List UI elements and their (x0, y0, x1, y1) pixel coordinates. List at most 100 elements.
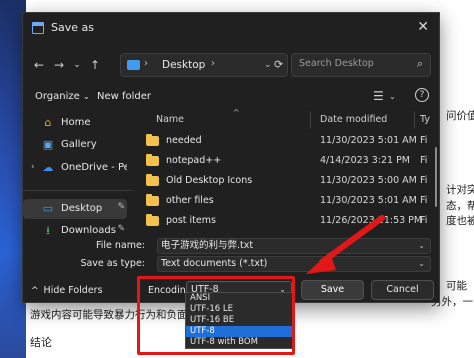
vertical-scrollbar[interactable] (433, 133, 439, 233)
file-list: ^ Name Date modified Ty needed 11/30/202… (138, 108, 441, 238)
breadcrumb-desktop[interactable]: Desktop (162, 59, 205, 71)
column-divider[interactable] (414, 111, 415, 129)
file-name: notepad++ (166, 155, 222, 166)
sidebar-item-home[interactable]: ⌂ Home (23, 113, 127, 133)
organize-menu[interactable]: Organize ⌄ (35, 91, 90, 102)
forward-arrow-icon[interactable]: → (49, 55, 69, 75)
chevron-up-icon: ^ (31, 286, 39, 296)
save-button[interactable]: Save (301, 280, 364, 300)
scrollbar-thumb[interactable] (435, 147, 437, 207)
sidebar-item-label: Home (61, 117, 91, 128)
navigation-bar: ← → ⌄ ↑ › Desktop › ⌄ ⟳ ⌕ (23, 51, 439, 81)
bg-text-line: 度也被用 (446, 215, 474, 227)
sidebar-divider (23, 190, 133, 191)
folder-icon (146, 134, 159, 146)
file-row-needed[interactable]: needed 11/30/2023 5:01 AM Fi (138, 131, 441, 151)
bg-text-line: 态，帮助 (446, 200, 474, 212)
chevron-right-icon: › (211, 58, 215, 69)
sidebar-item-label: Downloads (61, 225, 116, 236)
refresh-icon[interactable]: ⟳ (274, 55, 290, 75)
cloud-icon: ☁ (42, 161, 54, 174)
file-date: 11/30/2023 5:01 AM (320, 135, 417, 146)
save-as-type-label: Save as type: (80, 258, 145, 269)
view-list-icon[interactable]: ☰ (373, 89, 384, 103)
download-icon: ⭳ (46, 224, 50, 237)
file-name-field[interactable]: 电子游戏的利与弊.txt ⌄ (157, 238, 431, 254)
chevron-down-icon[interactable]: ⌄ (418, 257, 425, 271)
dialog-title: Save as (51, 21, 94, 34)
annotation-highlight-box (137, 276, 295, 355)
column-header-name[interactable]: Name (156, 114, 184, 125)
sidebar-item-label: OneDrive - Perso (61, 162, 127, 173)
recent-locations-chevron-icon[interactable]: ⌄ (67, 55, 87, 75)
home-icon: ⌂ (44, 116, 52, 129)
bg-text-line: 问价值， (446, 110, 474, 122)
annotation-arrow-icon (306, 215, 385, 274)
hide-folders-toggle[interactable]: ^ Hide Folders (31, 285, 103, 296)
bg-text-line: 计对突发 (446, 184, 474, 196)
bg-text-line: 可能 (446, 280, 467, 292)
file-row-notepadplusplus[interactable]: notepad++ 4/14/2023 3:21 PM Fi (138, 151, 441, 171)
toolbar: Organize ⌄ New folder ☰ ⌄ ? (23, 85, 439, 111)
file-row-post-items[interactable]: post items 11/26/2023 11:53 PM Fi (138, 211, 441, 231)
file-date: 11/30/2023 5:00 AM (320, 175, 417, 186)
file-name-value: 电子游戏的利与弊.txt (161, 240, 254, 251)
folder-icon (146, 174, 159, 186)
search-icon[interactable]: ⌕ (417, 57, 423, 71)
gallery-icon: ▣ (42, 138, 54, 151)
sidebar-item-label: Desktop (61, 203, 103, 214)
file-row-other-files[interactable]: other files 11/30/2023 5:01 AM Fi (138, 191, 441, 211)
hide-folders-label: Hide Folders (43, 285, 103, 296)
column-header-row: ^ Name Date modified Ty (138, 108, 441, 129)
search-input[interactable] (299, 58, 404, 69)
folder-icon (127, 60, 140, 70)
file-type: Fi (420, 215, 428, 226)
chevron-right-icon: › (144, 58, 148, 69)
sidebar-item-desktop[interactable]: ▭ Desktop ✎ (23, 199, 127, 219)
pin-icon[interactable]: ✎ (117, 202, 125, 212)
help-icon[interactable]: ? (415, 88, 429, 102)
sort-ascending-icon: ^ (233, 108, 240, 117)
file-type: Fi (420, 155, 428, 166)
file-date: 4/14/2023 3:21 PM (320, 155, 411, 166)
save-as-type-value: Text documents (*.txt) (161, 258, 268, 269)
file-name: post items (166, 215, 216, 226)
file-row-old-desktop-icons[interactable]: Old Desktop Icons 11/30/2023 5:00 AM Fi (138, 171, 441, 191)
file-date: 11/30/2023 5:01 AM (320, 195, 417, 206)
bg-heading: 结论 (30, 336, 52, 349)
new-folder-button[interactable]: New folder (97, 91, 151, 102)
cancel-button[interactable]: Cancel (371, 280, 434, 300)
back-arrow-icon[interactable]: ← (29, 55, 49, 75)
file-name-label: File name: (95, 240, 145, 251)
title-bar: Save as ✕ (23, 13, 439, 43)
column-header-date-modified[interactable]: Date modified (320, 114, 387, 125)
folder-icon (146, 194, 159, 206)
desktop-icon: ▭ (42, 202, 54, 215)
organize-label: Organize (35, 91, 80, 102)
sidebar-item-gallery[interactable]: ▣ Gallery (23, 135, 127, 155)
chevron-down-icon[interactable]: ⌄ (418, 239, 425, 253)
pin-icon[interactable]: ✎ (117, 224, 125, 234)
folder-icon (146, 214, 159, 226)
file-type: Fi (420, 135, 428, 146)
up-arrow-icon[interactable]: ↑ (85, 55, 105, 75)
view-options-chevron-icon[interactable]: ⌄ (389, 92, 396, 101)
sidebar-item-label: Gallery (61, 139, 97, 150)
save-as-type-select[interactable]: Text documents (*.txt) ⌄ (157, 256, 431, 272)
file-name: needed (166, 135, 202, 146)
column-divider[interactable] (310, 111, 311, 129)
file-name: other files (166, 195, 214, 206)
navigation-pane: ⌂ Home ▣ Gallery › ☁ OneDrive - Perso ▭ … (23, 111, 135, 238)
chevron-right-icon[interactable]: › (31, 162, 35, 172)
address-bar[interactable]: › Desktop › (120, 53, 288, 77)
chevron-down-icon: ⌄ (83, 92, 90, 101)
search-box[interactable]: ⌕ (291, 53, 431, 77)
sidebar-item-onedrive[interactable]: › ☁ OneDrive - Perso (23, 158, 127, 178)
file-type: Fi (420, 195, 428, 206)
folder-icon (146, 154, 159, 166)
file-type: Fi (420, 175, 428, 186)
notepad-icon (32, 22, 44, 34)
close-icon[interactable]: ✕ (417, 19, 429, 35)
file-name: Old Desktop Icons (166, 175, 253, 186)
column-header-type[interactable]: Ty (420, 114, 430, 125)
